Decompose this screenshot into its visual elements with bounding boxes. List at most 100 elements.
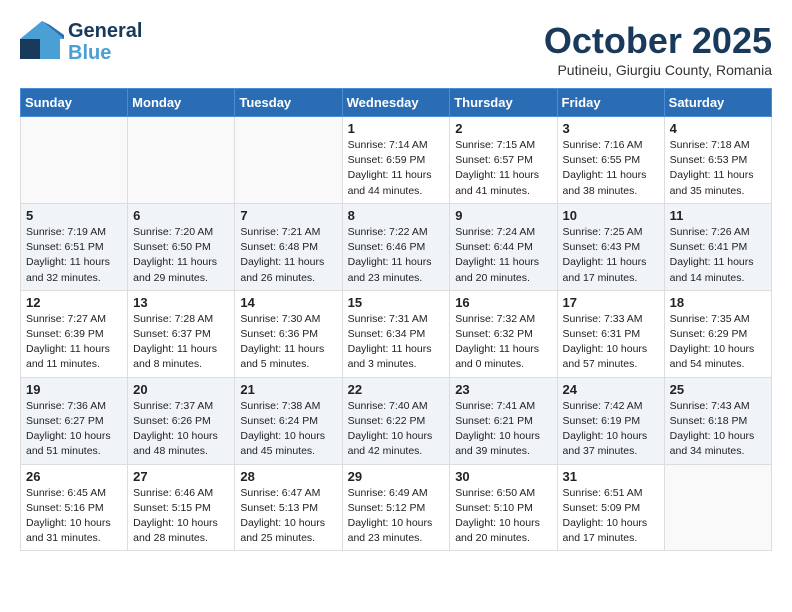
day-info: Sunrise: 7:21 AM Sunset: 6:48 PM Dayligh…	[240, 225, 336, 286]
day-info: Sunrise: 6:45 AM Sunset: 5:16 PM Dayligh…	[26, 486, 122, 547]
calendar-week-row: 5Sunrise: 7:19 AM Sunset: 6:51 PM Daylig…	[21, 203, 772, 290]
calendar-cell: 22 Sunrise: 7:40 AM Sunset: 6:22 PM Dayli…	[342, 377, 450, 464]
calendar-cell	[128, 117, 235, 204]
day-info: Sunrise: 7:14 AM Sunset: 6:59 PM Dayligh…	[348, 138, 445, 199]
calendar-cell: 5Sunrise: 7:19 AM Sunset: 6:51 PM Daylig…	[21, 203, 128, 290]
day-number: 29	[348, 469, 445, 484]
calendar-cell: 28Sunrise: 6:47 AM Sunset: 5:13 PM Dayli…	[235, 464, 342, 551]
weekday-header-wednesday: Wednesday	[342, 89, 450, 117]
page-header: General Blue October 2025 Putineiu, Giur…	[20, 20, 772, 78]
day-number: 6	[133, 208, 229, 223]
logo: General Blue	[20, 20, 142, 64]
day-info: Sunrise: 7:22 AM Sunset: 6:46 PM Dayligh…	[348, 225, 445, 286]
day-number: 7	[240, 208, 336, 223]
calendar-cell	[21, 117, 128, 204]
day-info: Sunrise: 7:25 AM Sunset: 6:43 PM Dayligh…	[563, 225, 659, 286]
day-info: Sunrise: 7:37 AM Sunset: 6:26 PM Dayligh…	[133, 399, 229, 460]
day-info: Sunrise: 7:31 AM Sunset: 6:34 PM Dayligh…	[348, 312, 445, 373]
day-number: 22	[348, 382, 445, 397]
calendar-cell: 17 Sunrise: 7:33 AM Sunset: 6:31 PM Dayli…	[557, 290, 664, 377]
calendar-cell: 31 Sunrise: 6:51 AM Sunset: 5:09 PM Dayli…	[557, 464, 664, 551]
day-number: 25	[670, 382, 766, 397]
day-number: 12	[26, 295, 122, 310]
day-number: 23	[455, 382, 551, 397]
calendar-cell: 7 Sunrise: 7:21 AM Sunset: 6:48 PM Daylig…	[235, 203, 342, 290]
calendar-cell: 24 Sunrise: 7:42 AM Sunset: 6:19 PM Dayli…	[557, 377, 664, 464]
day-number: 1	[348, 121, 445, 136]
day-info: Sunrise: 7:38 AM Sunset: 6:24 PM Dayligh…	[240, 399, 336, 460]
day-info: Sunrise: 6:51 AM Sunset: 5:09 PM Dayligh…	[563, 486, 659, 547]
weekday-header-monday: Monday	[128, 89, 235, 117]
day-number: 18	[670, 295, 766, 310]
calendar-cell	[235, 117, 342, 204]
day-info: Sunrise: 7:33 AM Sunset: 6:31 PM Dayligh…	[563, 312, 659, 373]
calendar-cell: 11Sunrise: 7:26 AM Sunset: 6:41 PM Dayli…	[664, 203, 771, 290]
calendar-cell: 8 Sunrise: 7:22 AM Sunset: 6:46 PM Daylig…	[342, 203, 450, 290]
day-number: 20	[133, 382, 229, 397]
calendar-week-row: 12 Sunrise: 7:27 AM Sunset: 6:39 PM Dayli…	[21, 290, 772, 377]
day-number: 17	[563, 295, 659, 310]
calendar-cell: 9 Sunrise: 7:24 AM Sunset: 6:44 PM Daylig…	[450, 203, 557, 290]
day-info: Sunrise: 7:27 AM Sunset: 6:39 PM Dayligh…	[26, 312, 122, 373]
calendar-cell: 21 Sunrise: 7:38 AM Sunset: 6:24 PM Dayli…	[235, 377, 342, 464]
day-info: Sunrise: 7:28 AM Sunset: 6:37 PM Dayligh…	[133, 312, 229, 373]
day-number: 5	[26, 208, 122, 223]
calendar-cell	[664, 464, 771, 551]
day-info: Sunrise: 7:15 AM Sunset: 6:57 PM Dayligh…	[455, 138, 551, 199]
calendar-week-row: 1 Sunrise: 7:14 AM Sunset: 6:59 PM Daylig…	[21, 117, 772, 204]
day-info: Sunrise: 7:26 AM Sunset: 6:41 PM Dayligh…	[670, 225, 766, 286]
day-info: Sunrise: 6:47 AM Sunset: 5:13 PM Dayligh…	[240, 486, 336, 547]
calendar-cell: 4 Sunrise: 7:18 AM Sunset: 6:53 PM Daylig…	[664, 117, 771, 204]
day-number: 16	[455, 295, 551, 310]
day-number: 14	[240, 295, 336, 310]
day-info: Sunrise: 7:18 AM Sunset: 6:53 PM Dayligh…	[670, 138, 766, 199]
month-title: October 2025	[544, 20, 772, 62]
calendar-cell: 6 Sunrise: 7:20 AM Sunset: 6:50 PM Daylig…	[128, 203, 235, 290]
day-number: 4	[670, 121, 766, 136]
day-info: Sunrise: 7:30 AM Sunset: 6:36 PM Dayligh…	[240, 312, 336, 373]
calendar-cell: 12 Sunrise: 7:27 AM Sunset: 6:39 PM Dayli…	[21, 290, 128, 377]
calendar-cell: 30Sunrise: 6:50 AM Sunset: 5:10 PM Dayli…	[450, 464, 557, 551]
title-block: October 2025 Putineiu, Giurgiu County, R…	[544, 20, 772, 78]
calendar-cell: 3 Sunrise: 7:16 AM Sunset: 6:55 PM Daylig…	[557, 117, 664, 204]
calendar-cell: 14 Sunrise: 7:30 AM Sunset: 6:36 PM Dayli…	[235, 290, 342, 377]
calendar-cell: 19Sunrise: 7:36 AM Sunset: 6:27 PM Dayli…	[21, 377, 128, 464]
calendar-cell: 2 Sunrise: 7:15 AM Sunset: 6:57 PM Daylig…	[450, 117, 557, 204]
day-number: 8	[348, 208, 445, 223]
day-number: 31	[563, 469, 659, 484]
calendar-cell: 20 Sunrise: 7:37 AM Sunset: 6:26 PM Dayli…	[128, 377, 235, 464]
weekday-header-tuesday: Tuesday	[235, 89, 342, 117]
day-info: Sunrise: 7:40 AM Sunset: 6:22 PM Dayligh…	[348, 399, 445, 460]
calendar-cell: 16 Sunrise: 7:32 AM Sunset: 6:32 PM Dayli…	[450, 290, 557, 377]
calendar-cell: 23Sunrise: 7:41 AM Sunset: 6:21 PM Dayli…	[450, 377, 557, 464]
calendar-cell: 25 Sunrise: 7:43 AM Sunset: 6:18 PM Dayli…	[664, 377, 771, 464]
day-number: 24	[563, 382, 659, 397]
day-info: Sunrise: 7:24 AM Sunset: 6:44 PM Dayligh…	[455, 225, 551, 286]
day-number: 26	[26, 469, 122, 484]
calendar-week-row: 26 Sunrise: 6:45 AM Sunset: 5:16 PM Dayli…	[21, 464, 772, 551]
day-info: Sunrise: 7:35 AM Sunset: 6:29 PM Dayligh…	[670, 312, 766, 373]
day-number: 2	[455, 121, 551, 136]
day-info: Sunrise: 7:43 AM Sunset: 6:18 PM Dayligh…	[670, 399, 766, 460]
weekday-header-saturday: Saturday	[664, 89, 771, 117]
day-number: 3	[563, 121, 659, 136]
calendar-cell: 1 Sunrise: 7:14 AM Sunset: 6:59 PM Daylig…	[342, 117, 450, 204]
calendar-cell: 26 Sunrise: 6:45 AM Sunset: 5:16 PM Dayli…	[21, 464, 128, 551]
logo-line2: Blue	[68, 42, 142, 64]
day-info: Sunrise: 7:42 AM Sunset: 6:19 PM Dayligh…	[563, 399, 659, 460]
day-number: 21	[240, 382, 336, 397]
logo-icon	[20, 21, 64, 59]
weekday-header-sunday: Sunday	[21, 89, 128, 117]
day-info: Sunrise: 7:16 AM Sunset: 6:55 PM Dayligh…	[563, 138, 659, 199]
calendar-cell: 18 Sunrise: 7:35 AM Sunset: 6:29 PM Dayli…	[664, 290, 771, 377]
day-number: 27	[133, 469, 229, 484]
day-info: Sunrise: 7:32 AM Sunset: 6:32 PM Dayligh…	[455, 312, 551, 373]
day-info: Sunrise: 6:49 AM Sunset: 5:12 PM Dayligh…	[348, 486, 445, 547]
calendar-week-row: 19Sunrise: 7:36 AM Sunset: 6:27 PM Dayli…	[21, 377, 772, 464]
day-number: 9	[455, 208, 551, 223]
calendar-table: SundayMondayTuesdayWednesdayThursdayFrid…	[20, 88, 772, 551]
day-info: Sunrise: 7:20 AM Sunset: 6:50 PM Dayligh…	[133, 225, 229, 286]
day-number: 15	[348, 295, 445, 310]
calendar-cell: 10Sunrise: 7:25 AM Sunset: 6:43 PM Dayli…	[557, 203, 664, 290]
day-info: Sunrise: 7:36 AM Sunset: 6:27 PM Dayligh…	[26, 399, 122, 460]
